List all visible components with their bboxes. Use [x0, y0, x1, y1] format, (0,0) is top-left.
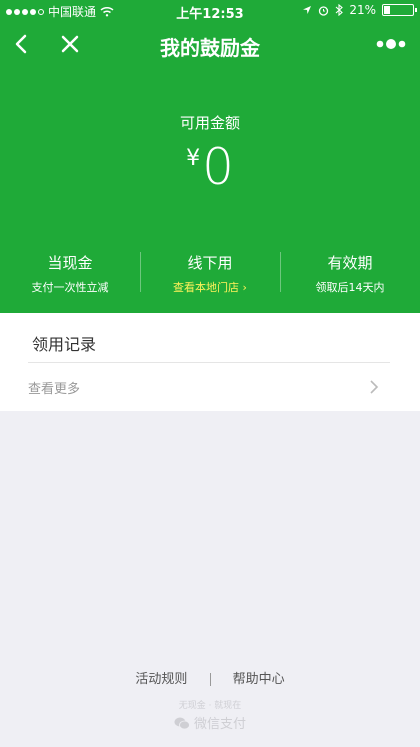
feature-title: 当现金: [47, 254, 93, 272]
records-panel: 领用记录 查看更多: [0, 313, 420, 411]
balance-value: 0: [202, 138, 234, 196]
status-bar: 中国联通 上午12:53 21%: [0, 0, 420, 22]
brand-slogan: 无现金 · 就现在: [178, 701, 242, 711]
available-amount-label: 可用金额: [179, 114, 240, 132]
bluetooth-icon: [335, 4, 344, 16]
footer-divider: [209, 673, 211, 686]
wechat-pay-icon: [174, 717, 190, 730]
feature-title: 有效期: [327, 254, 373, 272]
feature-validity: 有效期 领取后14天内: [280, 250, 420, 298]
battery-icon: [382, 4, 417, 16]
currency-symbol: ¥: [186, 146, 201, 171]
feature-title: 线下用: [187, 254, 233, 272]
more-options-icon[interactable]: [374, 30, 408, 58]
brand-name: 微信支付: [0, 713, 420, 732]
battery-percent: 21%: [349, 3, 376, 17]
help-center-link[interactable]: 帮助中心: [233, 672, 285, 687]
feature-columns: 当现金 支付一次性立减 线下用 查看本地门店 › 有效期 领取后14天内: [0, 250, 420, 298]
chevron-right-icon: [370, 380, 379, 394]
view-local-stores-link[interactable]: 查看本地门店 ›: [140, 279, 280, 295]
records-header: 领用记录: [32, 335, 97, 354]
wechat-pay-brand: 无现金 · 就现在 微信支付: [0, 698, 420, 732]
balance-amount: ¥0: [0, 138, 420, 196]
feature-offline: 线下用 查看本地门店 ›: [140, 250, 280, 298]
view-more-label: 查看更多: [28, 382, 81, 397]
header-area: 中国联通 上午12:53 21% 我的鼓励金 可用金额 ¥0 当现金 支付一次性…: [0, 0, 420, 313]
brand-text: 微信支付: [193, 717, 246, 732]
feature-subtitle: 支付一次性立减: [31, 281, 109, 294]
view-more-row[interactable]: 查看更多: [0, 363, 420, 411]
footer-links: 活动规则 帮助中心: [0, 668, 420, 687]
nav-bar: 我的鼓励金: [0, 22, 420, 66]
feature-subtitle: 领取后14天内: [315, 281, 385, 294]
alarm-icon: [319, 5, 329, 16]
feature-cash: 当现金 支付一次性立减: [0, 250, 140, 298]
page-title: 我的鼓励金: [160, 36, 260, 60]
location-icon: [303, 6, 312, 14]
activity-rules-link[interactable]: 活动规则: [135, 672, 187, 687]
